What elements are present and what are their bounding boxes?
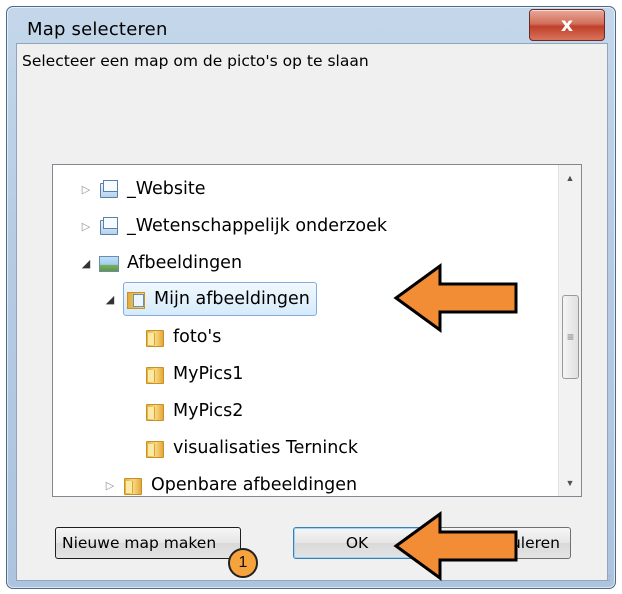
- tree-item-label: _Website: [127, 179, 206, 199]
- annotation-arrow-icon: [393, 511, 518, 581]
- tree-item-label: MyPics2: [173, 401, 244, 421]
- tree-item-label: Openbare afbeeldingen: [151, 475, 358, 495]
- tree-item[interactable]: ◢ Afbeeldingen: [79, 245, 242, 281]
- step-number-badge: 1: [228, 548, 258, 578]
- tree-item-label: Mijn afbeeldingen: [154, 289, 310, 309]
- ok-label: OK: [345, 534, 369, 552]
- resize-grip-icon[interactable]: .::: [605, 573, 611, 584]
- tree-item[interactable]: MyPics2: [145, 393, 243, 429]
- new-folder-button[interactable]: Nieuwe map maken: [55, 527, 241, 559]
- close-button[interactable]: x: [529, 9, 605, 41]
- collapse-arrow-icon[interactable]: ◢: [103, 292, 117, 306]
- window-title: Map selecteren: [27, 19, 168, 40]
- folder-icon: [145, 439, 165, 458]
- tree-item-label: _Wetenschappelijk onderzoek: [127, 216, 387, 236]
- dialog-description: Selecteer een map om de picto's op te sl…: [22, 52, 369, 70]
- folder-icon: [145, 402, 165, 421]
- scroll-up-arrow-icon[interactable]: ▲: [559, 167, 581, 189]
- title-bar[interactable]: Map selecteren x: [7, 7, 615, 43]
- selection-highlight[interactable]: Mijn afbeeldingen: [123, 282, 317, 316]
- library-icon: [99, 217, 119, 235]
- tree-item[interactable]: foto's: [145, 319, 221, 355]
- tree-item[interactable]: ▷ _Website: [79, 171, 206, 207]
- tree-item[interactable]: visualisaties Terninck: [145, 430, 358, 466]
- tree-item-label: foto's: [173, 327, 222, 347]
- folder-icon: [145, 328, 165, 347]
- tree-item-label: MyPics1: [173, 364, 244, 384]
- expand-arrow-icon[interactable]: ▷: [79, 182, 93, 196]
- tree-item-label: Afbeeldingen: [127, 253, 243, 273]
- folder-icon: [145, 365, 165, 384]
- folder-icon: [123, 476, 143, 495]
- tree-item[interactable]: ▷ Openbare afbeeldingen: [103, 467, 358, 496]
- folder-icon: [126, 290, 146, 309]
- expand-arrow-icon[interactable]: ▷: [79, 219, 93, 233]
- tree-item-label: visualisaties Terninck: [173, 438, 359, 458]
- scroll-down-arrow-icon[interactable]: ▼: [559, 472, 581, 494]
- new-folder-label: Nieuwe map maken: [62, 534, 217, 552]
- library-icon: [99, 180, 119, 198]
- annotation-arrow-icon: [393, 263, 518, 333]
- vertical-scrollbar[interactable]: ▲ ≡ ▼: [558, 165, 581, 496]
- pictures-library-icon: [99, 254, 119, 272]
- collapse-arrow-icon[interactable]: ◢: [79, 256, 93, 270]
- scrollbar-thumb[interactable]: ≡: [562, 295, 579, 379]
- close-icon: x: [560, 14, 574, 36]
- tree-item[interactable]: ▷ _Wetenschappelijk onderzoek: [79, 208, 387, 244]
- expand-arrow-icon[interactable]: ▷: [103, 478, 117, 492]
- tree-item[interactable]: MyPics1: [145, 356, 243, 392]
- tree-item-selected[interactable]: ◢ Mijn afbeeldingen: [103, 281, 317, 317]
